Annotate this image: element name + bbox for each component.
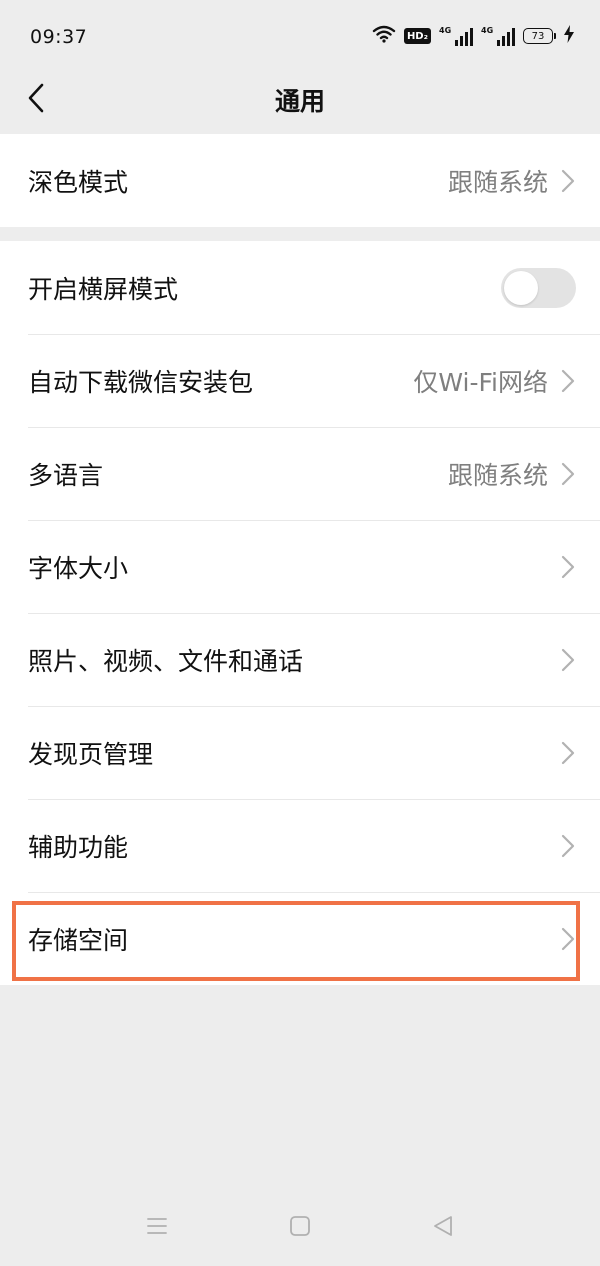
setting-label: 辅助功能 xyxy=(28,832,129,862)
chevron-right-icon xyxy=(560,741,576,765)
system-nav-bar xyxy=(0,1196,600,1266)
setting-value: 仅Wi-Fi网络 xyxy=(413,367,548,397)
setting-row-accessibility[interactable]: 辅助功能 xyxy=(0,799,600,892)
battery-icon: 73 xyxy=(523,28,556,44)
setting-label: 发现页管理 xyxy=(28,739,154,769)
setting-label: 自动下载微信安装包 xyxy=(28,367,254,397)
chevron-right-icon xyxy=(560,169,576,193)
setting-row-landscape: 开启横屏模式 xyxy=(0,241,600,334)
setting-value: 跟随系统 xyxy=(447,460,548,490)
setting-row-font-size[interactable]: 字体大小 xyxy=(0,520,600,613)
setting-row-discover[interactable]: 发现页管理 xyxy=(0,706,600,799)
setting-row-media[interactable]: 照片、视频、文件和通话 xyxy=(0,613,600,706)
wifi-icon xyxy=(372,25,396,47)
chevron-right-icon xyxy=(560,927,576,951)
setting-label: 照片、视频、文件和通话 xyxy=(28,646,304,676)
setting-label: 字体大小 xyxy=(28,553,129,583)
system-back-button[interactable] xyxy=(429,1214,457,1242)
menu-icon xyxy=(145,1216,169,1240)
status-time: 09:37 xyxy=(30,26,88,48)
setting-row-dark-mode[interactable]: 深色模式 跟随系统 xyxy=(0,134,600,227)
settings-group-general: 开启横屏模式 自动下载微信安装包 仅Wi-Fi网络 多语言 跟随系统 字体大小 xyxy=(0,241,600,985)
hd-icon: HD₂ xyxy=(403,28,431,44)
nav-bar: 通用 xyxy=(0,74,600,134)
charging-icon xyxy=(564,25,574,47)
setting-row-language[interactable]: 多语言 跟随系统 xyxy=(0,427,600,520)
signal-icon: 4G xyxy=(481,26,515,46)
setting-row-auto-download[interactable]: 自动下载微信安装包 仅Wi-Fi网络 xyxy=(0,334,600,427)
settings-group-display: 深色模式 跟随系统 xyxy=(0,134,600,227)
network-type-label: 4G xyxy=(481,26,494,35)
setting-label: 深色模式 xyxy=(28,167,129,197)
setting-row-storage[interactable]: 存储空间 xyxy=(0,892,600,985)
setting-label: 多语言 xyxy=(28,460,104,490)
chevron-right-icon xyxy=(560,462,576,486)
setting-value: 跟随系统 xyxy=(447,167,548,197)
signal-icon: 4G xyxy=(439,26,473,46)
battery-level: 73 xyxy=(523,28,553,44)
home-button[interactable] xyxy=(286,1214,314,1242)
landscape-toggle[interactable] xyxy=(501,267,576,308)
home-icon xyxy=(289,1215,311,1241)
toggle-knob xyxy=(504,270,538,305)
status-icons: HD₂ 4G 4G 73 xyxy=(372,22,574,50)
chevron-right-icon xyxy=(560,648,576,672)
back-triangle-icon xyxy=(431,1214,455,1242)
status-bar: 09:37 HD₂ 4G 4G 73 xyxy=(0,0,600,74)
setting-label: 存储空间 xyxy=(28,925,129,955)
chevron-right-icon xyxy=(560,369,576,393)
network-type-label: 4G xyxy=(439,26,452,35)
page-title: 通用 xyxy=(274,87,325,116)
settings-general-screen: 09:37 HD₂ 4G 4G 73 通用 深色模式 跟随系统 开启横屏模式 自… xyxy=(0,0,600,1266)
chevron-right-icon xyxy=(560,834,576,858)
chevron-right-icon xyxy=(560,555,576,579)
menu-button[interactable] xyxy=(143,1214,171,1242)
setting-label: 开启横屏模式 xyxy=(28,274,179,304)
